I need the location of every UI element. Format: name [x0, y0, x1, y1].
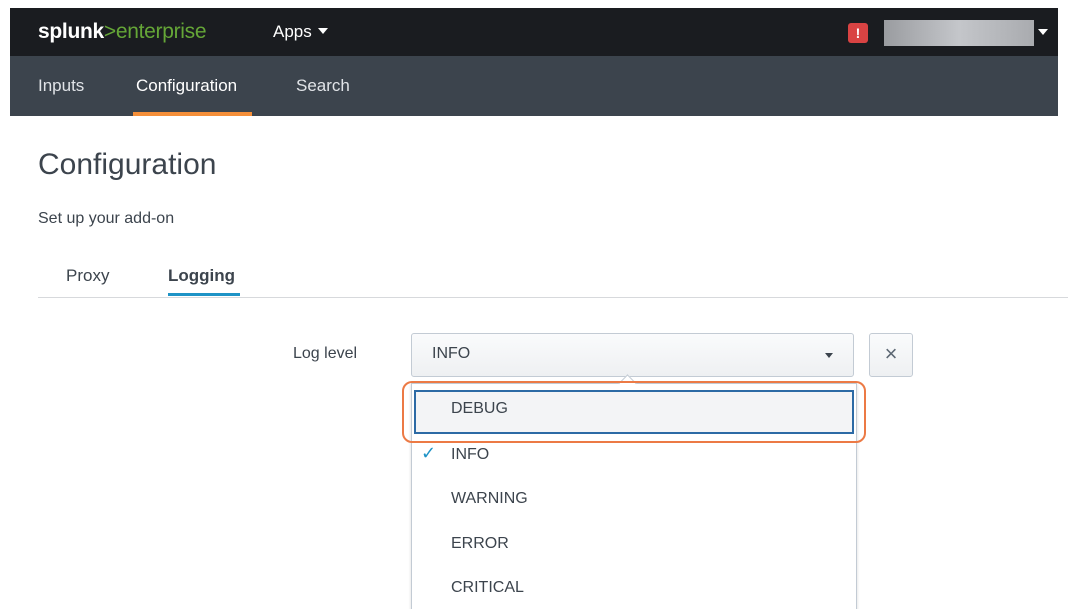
- page-title: Configuration: [38, 148, 217, 181]
- chevron-down-icon: [825, 353, 833, 358]
- app-nav-bar: Inputs Configuration Search: [10, 56, 1058, 116]
- nav-item-inputs[interactable]: Inputs: [38, 76, 84, 96]
- tab-proxy[interactable]: Proxy: [66, 266, 109, 286]
- apps-label: Apps: [273, 22, 312, 41]
- app-window: splunk>enterprise Apps ! Inputs Configur…: [10, 8, 1068, 609]
- nav-item-search[interactable]: Search: [296, 76, 350, 96]
- tab-divider: [38, 297, 1068, 298]
- tab-active-indicator: [168, 293, 240, 296]
- page-subtitle: Set up your add-on: [38, 210, 175, 227]
- nav-active-indicator: [133, 112, 252, 116]
- log-level-value: INFO: [432, 345, 471, 362]
- chevron-down-icon[interactable]: [1038, 29, 1048, 35]
- user-menu[interactable]: [884, 20, 1034, 46]
- apps-menu[interactable]: Apps: [273, 22, 328, 42]
- splunk-logo[interactable]: splunk>enterprise: [38, 20, 207, 44]
- option-info[interactable]: INFO: [451, 446, 489, 464]
- close-icon[interactable]: ×: [869, 333, 913, 377]
- check-icon: ✓: [421, 443, 437, 463]
- tab-logging[interactable]: Logging: [168, 266, 235, 286]
- log-level-label: Log level: [293, 345, 358, 362]
- chevron-down-icon: [317, 27, 328, 34]
- logo-product: enterprise: [115, 20, 207, 43]
- option-warning[interactable]: WARNING: [451, 490, 528, 508]
- option-critical[interactable]: CRITICAL: [451, 579, 524, 597]
- option-debug[interactable]: DEBUG: [451, 400, 508, 418]
- top-bar: splunk>enterprise Apps !: [10, 8, 1058, 56]
- nav-item-configuration[interactable]: Configuration: [136, 76, 237, 96]
- alert-icon[interactable]: !: [848, 23, 868, 43]
- logo-brand: splunk: [38, 20, 104, 43]
- logo-separator: >: [103, 20, 116, 43]
- log-level-select[interactable]: INFO: [411, 333, 854, 377]
- option-error[interactable]: ERROR: [451, 535, 509, 553]
